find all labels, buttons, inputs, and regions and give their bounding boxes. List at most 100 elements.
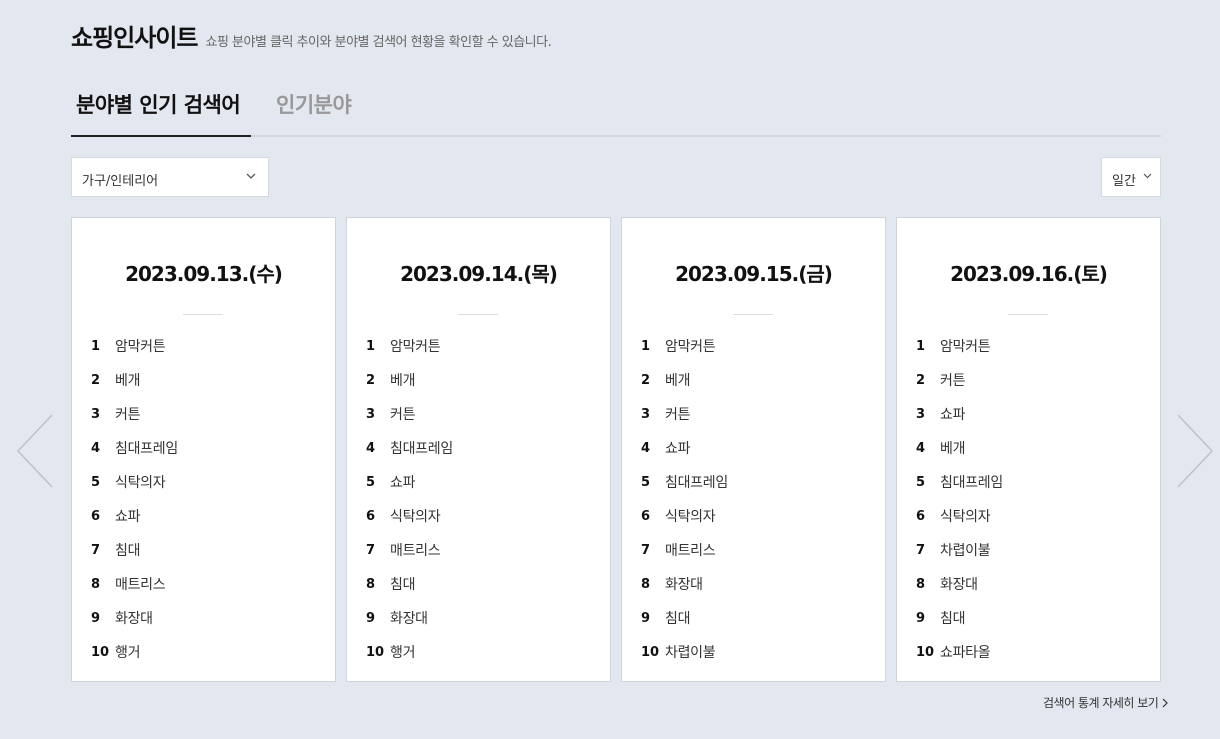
rank-item[interactable]: 10 행거 (366, 636, 596, 670)
rank-number: 4 (641, 441, 651, 456)
tab-popular-keywords[interactable]: 분야별 인기 검색어 (71, 84, 251, 137)
rank-item[interactable]: 9 화장대 (91, 602, 321, 636)
rank-item[interactable]: 9 침대 (916, 602, 1146, 636)
rank-number: 3 (91, 407, 101, 422)
rank-number: 9 (641, 611, 651, 626)
rank-number: 1 (366, 339, 376, 354)
rank-item[interactable]: 4 침대프레임 (366, 432, 596, 466)
category-select-value: 가구/인테리어 (82, 174, 159, 189)
rank-item[interactable]: 7 차렵이불 (916, 534, 1146, 568)
prev-arrow-button[interactable] (14, 413, 54, 489)
rank-item[interactable]: 4 침대프레임 (91, 432, 321, 466)
rank-keyword: 암막커튼 (115, 339, 166, 355)
rank-number: 3 (641, 407, 651, 422)
card-date: 2023.09.13.(수) (125, 262, 283, 286)
rank-number: 5 (916, 475, 926, 490)
rank-keyword: 베개 (390, 373, 416, 389)
rank-list: 1 암막커튼 2 커튼 3 쇼파 4 베개 5 침대프레임 6 식탁의자 7 차렵이불 8 화장대 9 침대 10 쇼… (916, 330, 1146, 670)
rank-item[interactable]: 10 쇼파타올 (916, 636, 1146, 670)
rank-item[interactable]: 1 암막커튼 (641, 330, 871, 364)
rank-item[interactable]: 8 화장대 (916, 568, 1146, 602)
rank-item[interactable]: 1 암막커튼 (916, 330, 1146, 364)
rank-number: 8 (366, 577, 376, 592)
rank-keyword: 침대 (115, 543, 141, 559)
rank-number: 4 (916, 441, 926, 456)
rank-item[interactable]: 5 침대프레임 (641, 466, 871, 500)
rank-keyword: 베개 (940, 441, 966, 457)
rank-number: 2 (91, 373, 101, 388)
rank-item[interactable]: 9 화장대 (366, 602, 596, 636)
rank-keyword: 커튼 (390, 407, 416, 423)
rank-item[interactable]: 10 차렵이불 (641, 636, 871, 670)
rank-number: 7 (916, 543, 926, 558)
rank-number: 7 (91, 543, 101, 558)
day-card: 2023.09.13.(수) 1 암막커튼 2 베개 3 커튼 4 침대프레임 5 식탁의자 6 쇼파… (71, 217, 336, 682)
rank-item[interactable]: 4 쇼파 (641, 432, 871, 466)
tab-popular-categories[interactable]: 인기분야 (276, 84, 352, 137)
rank-item[interactable]: 3 커튼 (641, 398, 871, 432)
stats-detail-label: 검색어 통계 자세히 보기 (1043, 696, 1159, 710)
rank-item[interactable]: 6 식탁의자 (366, 500, 596, 534)
rank-item[interactable]: 1 암막커튼 (366, 330, 596, 364)
rank-number: 1 (641, 339, 651, 354)
chevron-right-icon (1162, 698, 1169, 708)
rank-number: 2 (366, 373, 376, 388)
rank-item[interactable]: 3 커튼 (366, 398, 596, 432)
rank-number: 6 (366, 509, 376, 524)
rank-item[interactable]: 9 침대 (641, 602, 871, 636)
rank-number: 6 (641, 509, 651, 524)
rank-item[interactable]: 8 화장대 (641, 568, 871, 602)
stats-detail-link[interactable]: 검색어 통계 자세히 보기 (1043, 694, 1169, 711)
rank-item[interactable]: 1 암막커튼 (91, 330, 321, 364)
category-select[interactable]: 가구/인테리어 (71, 157, 269, 197)
day-card: 2023.09.16.(토) 1 암막커튼 2 커튼 3 쇼파 4 베개 5 침대프레임 6 식탁의자… (896, 217, 1161, 682)
rank-keyword: 화장대 (115, 611, 153, 627)
rank-number: 9 (366, 611, 376, 626)
rank-number: 10 (366, 645, 385, 660)
divider (733, 314, 773, 315)
rank-item[interactable]: 5 쇼파 (366, 466, 596, 500)
card-date: 2023.09.14.(목) (400, 262, 558, 286)
rank-item[interactable]: 8 침대 (366, 568, 596, 602)
rank-item[interactable]: 2 베개 (641, 364, 871, 398)
rank-keyword: 커튼 (940, 373, 966, 389)
rank-item[interactable]: 6 식탁의자 (641, 500, 871, 534)
rank-item[interactable]: 8 매트리스 (91, 568, 321, 602)
rank-keyword: 매트리스 (665, 543, 716, 559)
next-arrow-button[interactable] (1176, 413, 1216, 489)
rank-item[interactable]: 7 매트리스 (641, 534, 871, 568)
rank-item[interactable]: 2 커튼 (916, 364, 1146, 398)
divider (183, 314, 223, 315)
rank-item[interactable]: 3 쇼파 (916, 398, 1146, 432)
rank-list: 1 암막커튼 2 베개 3 커튼 4 침대프레임 5 쇼파 6 식탁의자 7 매트리스 8 침대 9 화장대 10 행… (366, 330, 596, 670)
divider (1008, 314, 1048, 315)
rank-number: 8 (91, 577, 101, 592)
rank-item[interactable]: 2 베개 (366, 364, 596, 398)
rank-item[interactable]: 6 쇼파 (91, 500, 321, 534)
rank-item[interactable]: 3 커튼 (91, 398, 321, 432)
rank-keyword: 쇼파타올 (940, 645, 991, 661)
rank-item[interactable]: 7 매트리스 (366, 534, 596, 568)
rank-number: 5 (91, 475, 101, 490)
daily-ranking-cards: 2023.09.13.(수) 1 암막커튼 2 베개 3 커튼 4 침대프레임 5 식탁의자 6 쇼파… (71, 217, 1161, 682)
rank-item[interactable]: 10 행거 (91, 636, 321, 670)
rank-keyword: 침대 (665, 611, 691, 627)
period-select[interactable]: 일간 (1101, 157, 1161, 197)
rank-item[interactable]: 4 베개 (916, 432, 1146, 466)
rank-item[interactable]: 5 식탁의자 (91, 466, 321, 500)
rank-item[interactable]: 7 침대 (91, 534, 321, 568)
rank-item[interactable]: 2 베개 (91, 364, 321, 398)
rank-number: 6 (91, 509, 101, 524)
rank-keyword: 쇼파 (115, 509, 141, 525)
rank-number: 2 (641, 373, 651, 388)
rank-item[interactable]: 6 식탁의자 (916, 500, 1146, 534)
rank-keyword: 암막커튼 (665, 339, 716, 355)
page-subtitle: 쇼핑 분야별 클릭 추이와 분야별 검색어 현황을 확인할 수 있습니다. (205, 35, 552, 50)
rank-keyword: 커튼 (665, 407, 691, 423)
divider (458, 314, 498, 315)
period-select-value: 일간 (1112, 174, 1136, 189)
rank-item[interactable]: 5 침대프레임 (916, 466, 1146, 500)
rank-keyword: 화장대 (940, 577, 978, 593)
rank-keyword: 침대프레임 (390, 441, 453, 457)
day-card: 2023.09.15.(금) 1 암막커튼 2 베개 3 커튼 4 쇼파 5 침대프레임 6 식탁의자… (621, 217, 886, 682)
